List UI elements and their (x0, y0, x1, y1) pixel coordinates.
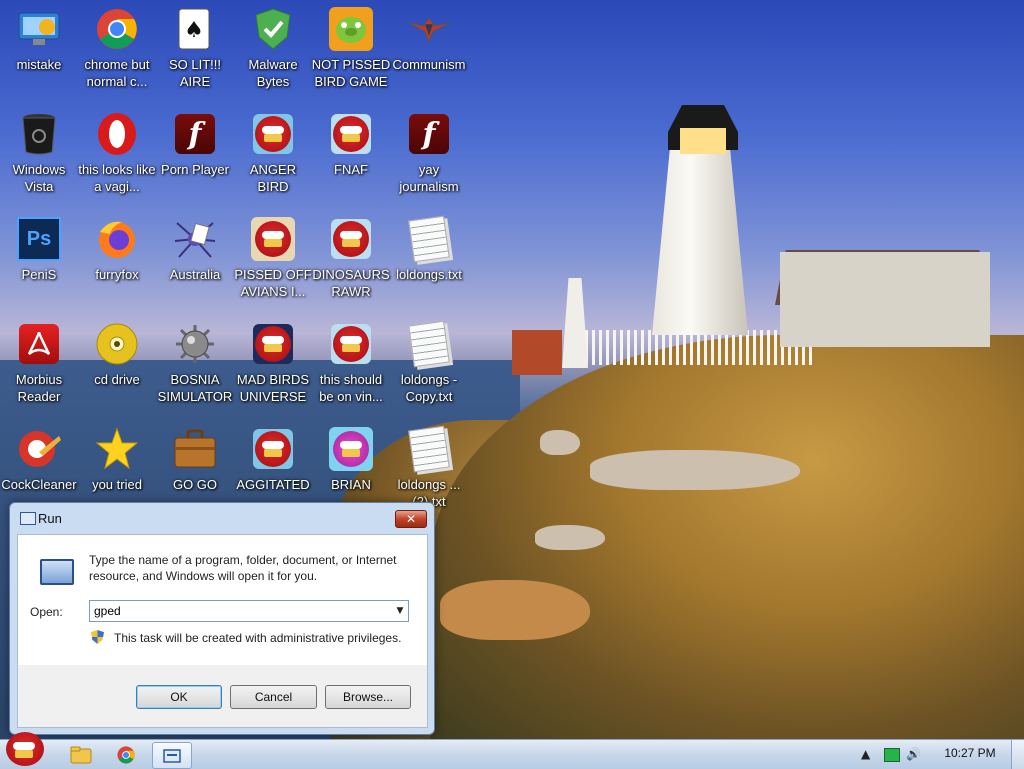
taskbar-chrome[interactable] (107, 742, 145, 767)
cancel-button[interactable]: Cancel (230, 685, 317, 709)
run-icon (163, 748, 181, 763)
taskbar: ▲ 🔊 10:27 PM (0, 732, 1024, 769)
show-desktop-button[interactable] (1011, 740, 1024, 769)
ok-button[interactable]: OK (136, 685, 222, 709)
desktop-icon-dinosaurs-rawr[interactable]: DINOSAURS RAWR (312, 210, 390, 300)
network-icon[interactable] (884, 748, 900, 762)
space-bird-icon (250, 321, 296, 367)
chevron-down-icon[interactable]: ▼ (392, 601, 408, 621)
run-dialog: Run ✕ Type the name of a program, folder… (9, 502, 435, 735)
angry-bird-icon (328, 216, 374, 262)
desktop-icon-penis[interactable]: Ps PeniS (0, 210, 78, 283)
seasons-bird-icon (250, 216, 296, 262)
flash-icon: f (406, 111, 452, 157)
desktop-icon-opera[interactable]: this looks like a vagi... (78, 105, 156, 195)
clock[interactable]: 10:27 PM (930, 746, 1010, 760)
explorer-icon (70, 746, 92, 763)
desktop-icon-loldongs-2[interactable]: loldongs ... (2).txt (390, 420, 468, 510)
text-file-icon (406, 320, 452, 368)
desktop-icon-furryfox[interactable]: furryfox (78, 210, 156, 283)
text-file-icon (406, 215, 452, 263)
tray-expand-button[interactable]: ▲ (861, 747, 870, 761)
desktop-icon-cd-drive[interactable]: cd drive (78, 315, 156, 388)
uac-shield-icon (91, 630, 104, 644)
computer-icon (16, 6, 62, 52)
svg-text:♠: ♠ (184, 18, 204, 43)
flash-icon: f (172, 111, 218, 157)
desktop-icon-fnaf[interactable]: FNAF (312, 105, 390, 178)
desktop-icon-loldongs-copy[interactable]: loldongs - Copy.txt (390, 315, 468, 405)
mine-icon (172, 321, 218, 367)
run-program-icon (40, 559, 74, 585)
taskbar-run[interactable] (152, 742, 192, 769)
angry-bird-icon (6, 732, 44, 766)
start-button[interactable] (6, 732, 48, 768)
hat-bird-icon (328, 426, 374, 472)
taskbar-explorer[interactable] (62, 742, 100, 767)
solitaire-icon: ♠ (172, 6, 218, 52)
run-icon (20, 512, 36, 525)
desktop-icon-cockcleaner[interactable]: CockCleaner (0, 420, 78, 493)
desktop-icon-aggitated[interactable]: AGGITATED (234, 420, 312, 493)
ccleaner-icon (16, 426, 62, 472)
open-input[interactable] (94, 602, 384, 619)
admin-privileges-note: This task will be created with administr… (114, 631, 402, 645)
text-file-icon (406, 425, 452, 473)
pdf-icon (16, 321, 62, 367)
desktop-icon-loldongs-txt[interactable]: loldongs.txt (390, 210, 468, 283)
trash-icon (16, 111, 62, 157)
chrome-icon (94, 6, 140, 52)
desktop-icon-brian[interactable]: BRIAN (312, 420, 390, 493)
desktop-icon-solitaire[interactable]: ♠ SO LIT!!! AIRE (156, 0, 234, 90)
desktop-icon-yay-journalism[interactable]: f yay journalism (390, 105, 468, 195)
desktop-icon-go-go[interactable]: GO GO (156, 420, 234, 493)
desktop-icon-australia[interactable]: Australia (156, 210, 234, 283)
desktop-icon-communism[interactable]: Communism (390, 0, 468, 73)
desktop-icon-pissed-off-avians[interactable]: PISSED OFF AVIANS I... (234, 210, 312, 300)
desktop-icon-mad-birds-universe[interactable]: MAD BIRDS UNIVERSE (234, 315, 312, 405)
star-icon (94, 426, 140, 472)
desktop-icon-porn-player[interactable]: f Porn Player (156, 105, 234, 178)
dialog-body: Type the name of a program, folder, docu… (17, 534, 428, 667)
dialog-footer: OK Cancel Browse... (17, 665, 428, 728)
opera-icon (94, 111, 140, 157)
desktop-icon-bosnia-simulator[interactable]: BOSNIA SIMULATOR (156, 315, 234, 405)
briefcase-icon (172, 426, 218, 472)
angry-bird-icon (250, 111, 296, 157)
desktop-icon-windows-vista[interactable]: Windows Vista (0, 105, 78, 195)
open-combobox[interactable]: ▼ (89, 600, 409, 622)
desktop-icon-this-should-be-on-vin[interactable]: this should be on vin... (312, 315, 390, 405)
volume-icon[interactable]: 🔊 (906, 747, 921, 761)
dialog-title: Run (38, 511, 62, 526)
angry-bird-icon (328, 321, 374, 367)
photoshop-icon: Ps (16, 216, 62, 262)
desktop-icon-not-pissed-bird[interactable]: NOT PISSED BIRD GAME (312, 0, 390, 90)
spider-icon (172, 216, 218, 262)
dialog-description: Type the name of a program, folder, docu… (89, 553, 397, 583)
desktop-icon-chrome[interactable]: chrome but normal c... (78, 0, 156, 90)
shield-icon (250, 6, 296, 52)
desktop-icon-anger-bird[interactable]: ANGER BIRD (234, 105, 312, 195)
desktop-icon-malwarebytes[interactable]: Malware Bytes (234, 0, 312, 90)
pig-icon (328, 6, 374, 52)
emblem-icon (406, 6, 452, 52)
open-label: Open: (30, 605, 63, 619)
angry-bird-icon (328, 111, 374, 157)
angry-bird-icon (250, 426, 296, 472)
desktop-icon-mistake[interactable]: mistake (0, 0, 78, 73)
desktop-icon-you-tried[interactable]: you tried (78, 420, 156, 493)
desktop-icon-morbius-reader[interactable]: Morbius Reader (0, 315, 78, 405)
browse-button[interactable]: Browse... (325, 685, 411, 709)
chrome-icon (117, 745, 135, 764)
close-button[interactable]: ✕ (395, 510, 427, 528)
firefox-icon (94, 216, 140, 262)
cd-icon (94, 321, 140, 367)
